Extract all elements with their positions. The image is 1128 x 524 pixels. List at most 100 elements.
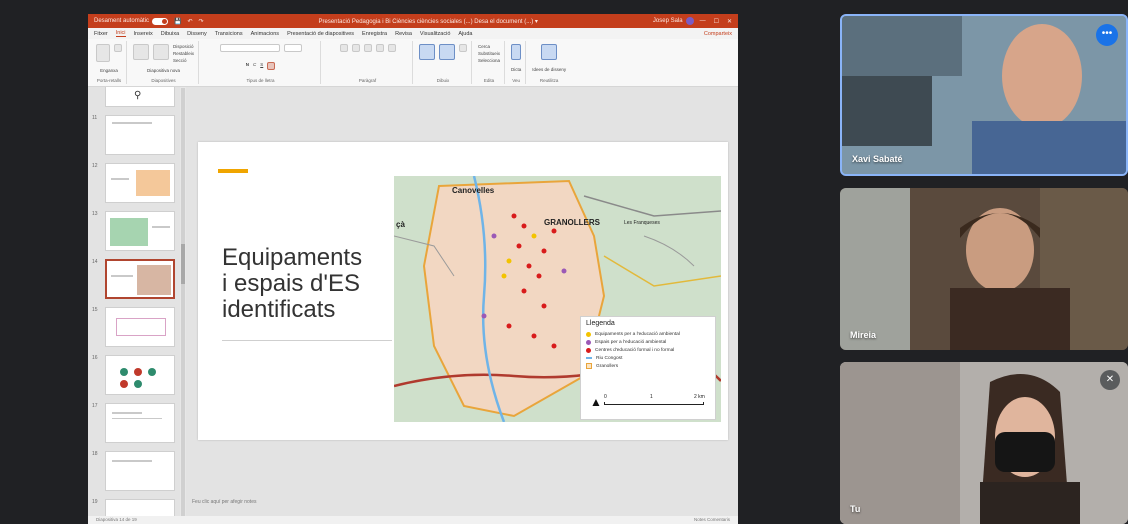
slide-thumbnail-pane[interactable]: ⚲ 11 12 13 14 15 16 17 18 19 xyxy=(88,87,180,524)
ribbon-group-font: N C S Tipus de lletra xyxy=(201,41,322,84)
slide-thumbnail[interactable] xyxy=(105,163,175,203)
bullets-icon[interactable] xyxy=(339,44,348,52)
title-bar: Desament automàtic 💾 ↶ ↷ Presentació Ped… xyxy=(88,14,738,28)
thumbnail-slide-10[interactable]: ⚲ xyxy=(92,87,178,109)
map-label-canovelles: Canovelles xyxy=(452,186,495,195)
tab-record[interactable]: Enregistra xyxy=(362,31,387,37)
current-slide[interactable]: Equipaments i espais d'ES identificats C… xyxy=(198,142,728,440)
toggle-switch[interactable] xyxy=(152,17,169,25)
participant-tile-xavi[interactable]: ••• Xavi Sabaté xyxy=(840,14,1128,176)
document-title[interactable]: Presentació Pedagogia i Bi Ciències cièn… xyxy=(210,18,647,25)
dictate-button[interactable]: Dicta xyxy=(511,67,521,72)
slide-thumbnail[interactable]: ⚲ xyxy=(105,87,175,107)
ribbon-group-slides: Disposició Restableix Secció Diapositiva… xyxy=(129,41,200,84)
tab-view[interactable]: Visualització xyxy=(420,31,450,37)
more-options-icon[interactable]: ••• xyxy=(1096,24,1118,46)
thumbnail-slide-12[interactable]: 12 xyxy=(92,163,178,205)
section-button[interactable]: Secció xyxy=(173,58,194,63)
arrange-icon[interactable] xyxy=(439,44,456,60)
tab-file[interactable]: Fitxer xyxy=(94,31,108,37)
legend-label: Equipaments per a l'educació ambiental xyxy=(595,331,680,337)
thumbnail-slide-11[interactable]: 11 xyxy=(92,115,178,157)
indent-icon[interactable] xyxy=(363,44,372,52)
slide-thumbnail[interactable] xyxy=(105,355,175,395)
window-controls: — ☐ ✕ xyxy=(700,18,732,25)
layout-button[interactable]: Disposició xyxy=(173,44,194,49)
tab-design[interactable]: Disseny xyxy=(187,31,207,37)
italic-button[interactable]: C xyxy=(253,62,256,67)
slide-title[interactable]: Equipaments i espais d'ES identificats xyxy=(222,245,402,323)
map-image[interactable]: Canovelles GRANOLLERS çà Les Franqueses … xyxy=(394,176,721,422)
undo-icon[interactable]: ↶ xyxy=(188,18,193,25)
reset-button[interactable]: Restableix xyxy=(173,51,194,56)
tab-transitions[interactable]: Transicions xyxy=(215,31,243,37)
align-center-icon[interactable] xyxy=(387,44,396,52)
microphone-icon[interactable] xyxy=(511,44,522,60)
slide-thumbnail[interactable] xyxy=(105,115,175,155)
new-slide-label[interactable]: Diapositiva nova xyxy=(147,68,180,73)
notes-field[interactable]: Feu clic aquí per afegir notes xyxy=(186,496,738,512)
font-color-icon[interactable] xyxy=(267,62,276,70)
slide-thumbnail-selected[interactable] xyxy=(105,259,175,299)
underline-button[interactable]: S xyxy=(260,62,263,67)
tab-home[interactable]: Inici xyxy=(115,30,126,37)
redo-icon[interactable]: ↷ xyxy=(199,18,204,25)
numbering-icon[interactable] xyxy=(351,44,360,52)
map-label-ca: çà xyxy=(396,220,405,229)
font-name-dropdown[interactable] xyxy=(219,44,280,52)
thumbnail-slide-13[interactable]: 13 xyxy=(92,211,178,253)
tab-review[interactable]: Revisa xyxy=(395,31,412,37)
tab-slideshow[interactable]: Presentació de diapositives xyxy=(287,31,354,37)
design-ideas-button[interactable]: Idees de disseny xyxy=(532,67,566,72)
thumbnail-slide-18[interactable]: 18 xyxy=(92,451,178,493)
scale-label: 0 xyxy=(604,394,607,400)
tab-animations[interactable]: Animacions xyxy=(251,31,279,37)
autosave-toggle[interactable]: Desament automàtic xyxy=(94,17,169,25)
tab-insert[interactable]: Insereix xyxy=(134,31,153,37)
select-button[interactable]: Selecciona xyxy=(478,58,500,63)
minimize-icon[interactable]: — xyxy=(700,18,706,25)
design-ideas-icon[interactable] xyxy=(541,44,558,60)
paste-label[interactable]: Enganxa xyxy=(100,68,118,73)
map-label-granollers: GRANOLLERS xyxy=(544,218,600,227)
slide-thumbnail[interactable] xyxy=(105,403,175,443)
find-button[interactable]: Cerca xyxy=(478,44,500,49)
maximize-icon[interactable]: ☐ xyxy=(714,18,719,25)
quick-styles-icon[interactable] xyxy=(459,44,468,52)
scrollbar-thumb[interactable] xyxy=(181,244,185,284)
thumbnail-slide-14[interactable]: 14 xyxy=(92,259,178,301)
thumbnail-slide-17[interactable]: 17 xyxy=(92,403,178,445)
participant-name: Tu xyxy=(850,504,861,514)
legend-swatch xyxy=(586,357,592,359)
thumb-circle xyxy=(134,380,142,388)
new-slide-icon[interactable] xyxy=(133,44,149,60)
title-line: i espais d'ES xyxy=(222,270,360,297)
slide-editing-area[interactable]: Equipaments i espais d'ES identificats C… xyxy=(186,87,738,524)
cut-icon[interactable] xyxy=(114,44,122,52)
save-icon[interactable]: 💾 xyxy=(174,18,181,25)
participant-tile-self[interactable]: ✕ Tu xyxy=(840,362,1128,524)
replace-button[interactable]: Substitueix xyxy=(478,51,500,56)
align-left-icon[interactable] xyxy=(375,44,384,52)
user-account[interactable]: Josep Sala xyxy=(653,17,694,25)
thumb-text xyxy=(112,418,162,419)
tab-draw[interactable]: Dibuixa xyxy=(161,31,179,37)
group-label: Veu xyxy=(512,78,521,83)
font-size-dropdown[interactable] xyxy=(283,44,302,52)
slide-thumbnail[interactable] xyxy=(105,211,175,251)
slide-thumbnail[interactable] xyxy=(105,451,175,491)
reuse-slides-icon[interactable] xyxy=(153,44,169,60)
close-icon[interactable]: ✕ xyxy=(727,18,732,25)
thumbnail-slide-16[interactable]: 16 xyxy=(92,355,178,397)
share-button[interactable]: Comparteix xyxy=(704,31,732,37)
status-actions[interactable]: Notes Comentaris xyxy=(694,517,730,523)
paste-icon[interactable] xyxy=(96,44,110,62)
participant-tile-mireia[interactable]: Mireia xyxy=(840,188,1128,350)
thumbnail-scrollbar[interactable] xyxy=(181,88,185,518)
thumb-table xyxy=(136,170,170,196)
shapes-icon[interactable] xyxy=(419,44,436,60)
tab-help[interactable]: Ajuda xyxy=(458,31,472,37)
slide-thumbnail[interactable] xyxy=(105,307,175,347)
bold-button[interactable]: N xyxy=(246,62,249,67)
thumbnail-slide-15[interactable]: 15 xyxy=(92,307,178,349)
